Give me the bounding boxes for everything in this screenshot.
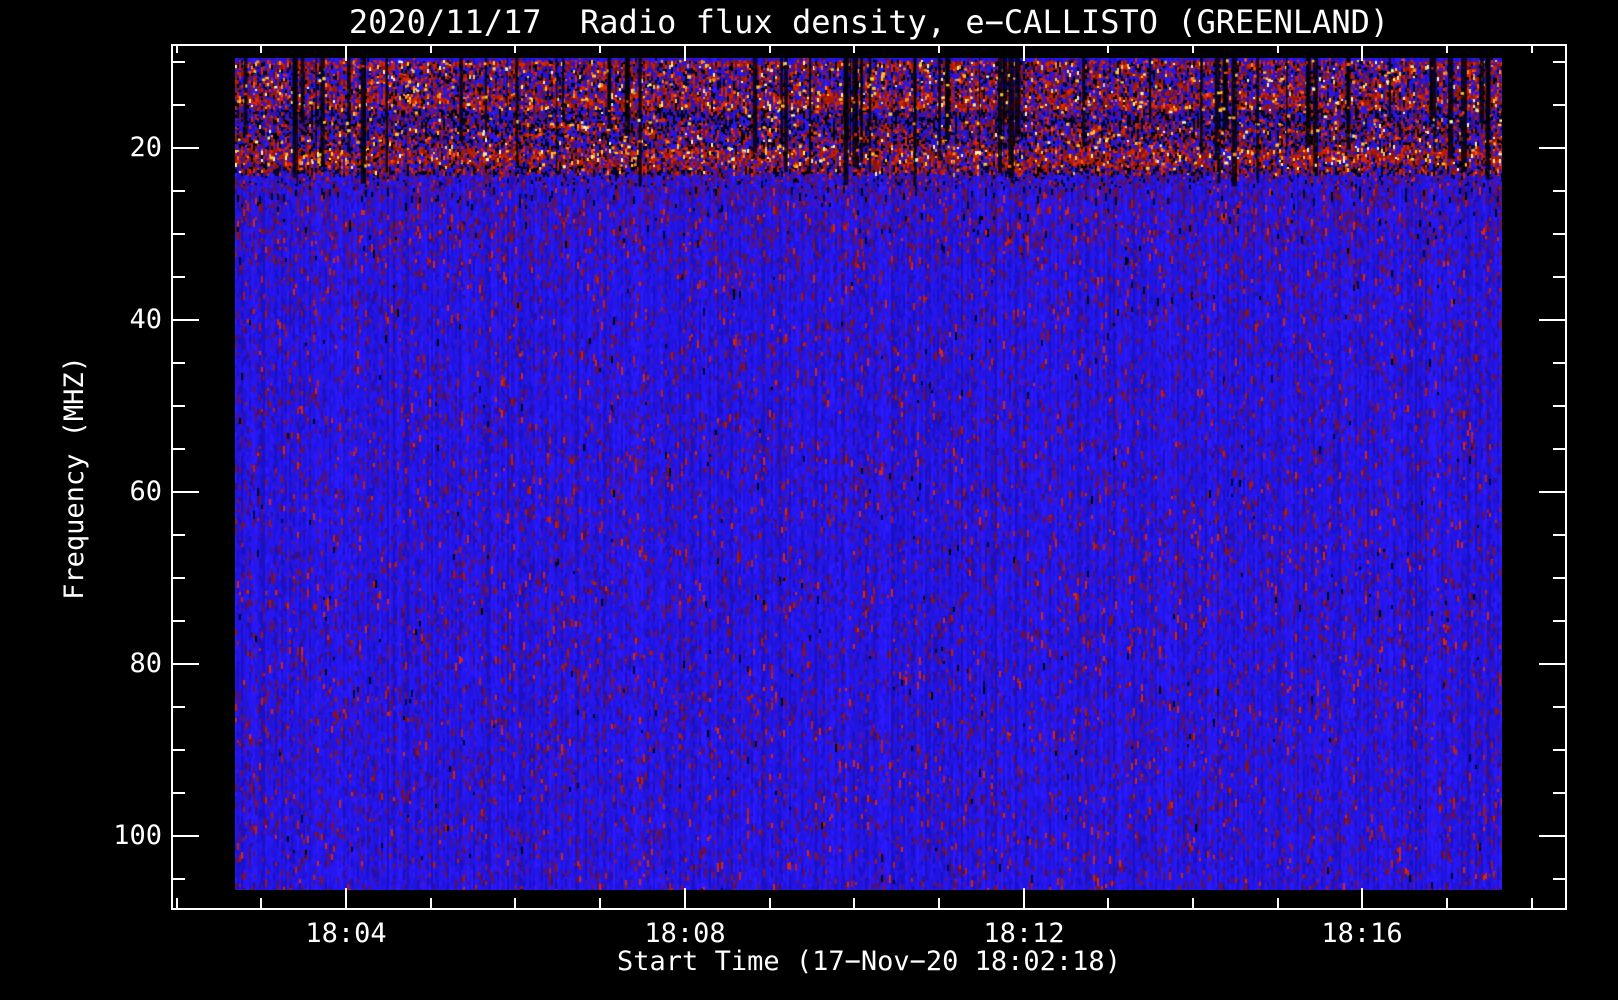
tick-mark bbox=[171, 405, 185, 407]
tick-mark bbox=[1553, 233, 1567, 235]
x-tick-label: 18:08 bbox=[644, 918, 726, 949]
tick-mark bbox=[345, 44, 347, 61]
x-tick-label: 18:16 bbox=[1321, 918, 1403, 949]
tick-mark bbox=[260, 44, 262, 53]
tick-mark bbox=[1553, 620, 1567, 622]
tick-mark bbox=[171, 319, 199, 321]
tick-mark bbox=[1107, 44, 1109, 53]
tick-mark bbox=[1192, 44, 1194, 53]
tick-mark bbox=[599, 44, 601, 53]
tick-mark bbox=[1553, 448, 1567, 450]
tick-mark bbox=[1531, 898, 1533, 908]
tick-mark bbox=[1539, 835, 1567, 837]
tick-mark bbox=[1107, 898, 1109, 908]
tick-mark bbox=[1553, 878, 1567, 880]
tick-mark bbox=[1539, 319, 1567, 321]
tick-mark bbox=[938, 898, 940, 908]
tick-mark bbox=[171, 491, 199, 493]
spectrogram-app: 2020/11/17 Radio flux density, e−CALLIST… bbox=[0, 0, 1618, 1000]
tick-mark bbox=[1361, 888, 1363, 908]
tick-mark bbox=[1446, 898, 1448, 908]
tick-mark bbox=[1553, 577, 1567, 579]
tick-mark bbox=[171, 147, 199, 149]
tick-mark bbox=[1277, 44, 1279, 53]
tick-mark bbox=[260, 898, 262, 908]
tick-mark bbox=[1553, 362, 1567, 364]
tick-mark bbox=[684, 888, 686, 908]
tick-mark bbox=[171, 620, 185, 622]
tick-mark bbox=[1192, 898, 1194, 908]
spectrogram-canvas bbox=[235, 58, 1502, 890]
tick-mark bbox=[514, 44, 516, 53]
tick-mark bbox=[1553, 534, 1567, 536]
tick-mark bbox=[1361, 44, 1363, 61]
tick-mark bbox=[1023, 44, 1025, 61]
x-tick-label: 18:04 bbox=[305, 918, 387, 949]
tick-mark bbox=[171, 104, 185, 106]
tick-mark bbox=[1553, 190, 1567, 192]
tick-mark bbox=[853, 44, 855, 53]
tick-mark bbox=[171, 878, 185, 880]
tick-mark bbox=[599, 898, 601, 908]
tick-mark bbox=[430, 898, 432, 908]
tick-mark bbox=[1553, 104, 1567, 106]
tick-mark bbox=[171, 835, 199, 837]
tick-mark bbox=[1553, 276, 1567, 278]
tick-mark bbox=[171, 448, 185, 450]
tick-mark bbox=[1553, 61, 1567, 63]
plot-title: 2020/11/17 Radio flux density, e−CALLIST… bbox=[348, 3, 1390, 41]
tick-mark bbox=[171, 534, 185, 536]
tick-mark bbox=[176, 898, 178, 908]
tick-mark bbox=[1553, 749, 1567, 751]
tick-mark bbox=[171, 276, 185, 278]
tick-mark bbox=[171, 577, 185, 579]
x-axis-title: Start Time (17−Nov−20 18:02:18) bbox=[617, 946, 1121, 977]
tick-mark bbox=[171, 190, 185, 192]
tick-mark bbox=[430, 44, 432, 53]
tick-mark bbox=[1539, 663, 1567, 665]
tick-mark bbox=[1277, 898, 1279, 908]
x-tick-label: 18:12 bbox=[983, 918, 1065, 949]
tick-mark bbox=[1553, 405, 1567, 407]
tick-mark bbox=[853, 898, 855, 908]
tick-mark bbox=[171, 362, 185, 364]
tick-mark bbox=[171, 792, 185, 794]
tick-mark bbox=[171, 61, 185, 63]
y-tick-label: 100 bbox=[113, 820, 162, 851]
tick-mark bbox=[1553, 792, 1567, 794]
tick-mark bbox=[769, 898, 771, 908]
tick-mark bbox=[176, 44, 178, 53]
tick-mark bbox=[1446, 44, 1448, 53]
y-axis-title: Frequency (MHZ) bbox=[59, 356, 90, 600]
tick-mark bbox=[345, 888, 347, 908]
tick-mark bbox=[171, 663, 199, 665]
tick-mark bbox=[1539, 491, 1567, 493]
tick-mark bbox=[1531, 44, 1533, 53]
tick-mark bbox=[514, 898, 516, 908]
tick-mark bbox=[938, 44, 940, 53]
y-tick-label: 20 bbox=[129, 132, 162, 163]
tick-mark bbox=[1539, 147, 1567, 149]
tick-mark bbox=[769, 44, 771, 53]
tick-mark bbox=[1023, 888, 1025, 908]
tick-mark bbox=[171, 233, 185, 235]
tick-mark bbox=[1553, 706, 1567, 708]
tick-mark bbox=[171, 706, 185, 708]
tick-mark bbox=[684, 44, 686, 61]
tick-mark bbox=[171, 749, 185, 751]
